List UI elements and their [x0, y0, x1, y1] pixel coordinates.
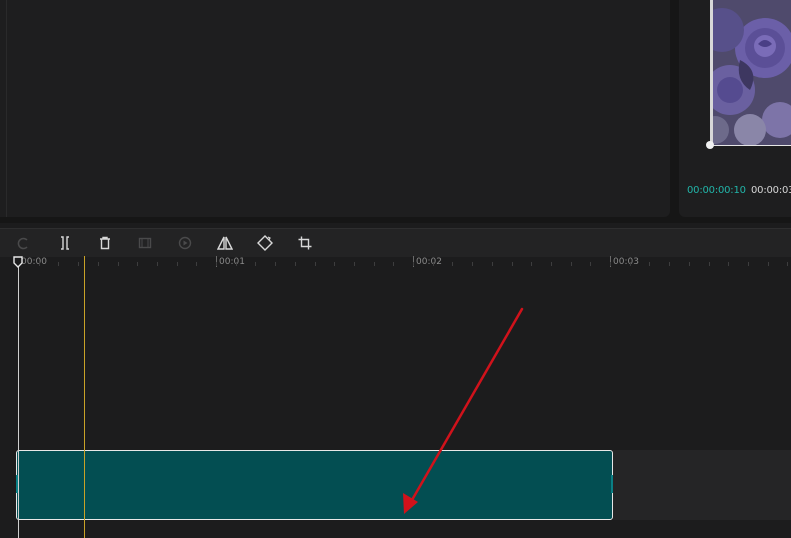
ruler-minor-tick: [216, 262, 217, 266]
clip-right-trim-handle[interactable]: [611, 475, 613, 493]
ruler-minor-tick: [630, 262, 631, 266]
ruler-minor-tick: [58, 262, 59, 266]
ruler-minor-tick: [98, 262, 99, 266]
ruler-minor-tick: [393, 262, 394, 266]
ruler-minor-tick: [196, 262, 197, 266]
video-clip[interactable]: [16, 450, 613, 520]
empty-track-region[interactable]: [613, 450, 791, 520]
ruler-label-0: 00:00: [21, 257, 47, 267]
rotate-icon: [257, 235, 273, 251]
ruler-minor-tick: [748, 262, 749, 266]
ruler-minor-tick: [531, 262, 532, 266]
delete-button[interactable]: [96, 234, 114, 252]
ruler-minor-tick: [689, 262, 690, 266]
speed-button[interactable]: [176, 234, 194, 252]
ruler-label-3: 00:03: [613, 257, 639, 267]
ruler-minor-tick: [472, 262, 473, 266]
ruler-minor-tick: [255, 262, 256, 266]
ruler-minor-tick: [78, 262, 79, 266]
ruler-minor-tick: [551, 262, 552, 266]
rotate-button[interactable]: [256, 234, 274, 252]
ruler-label-1: 00:01: [219, 257, 245, 267]
ruler-minor-tick: [669, 262, 670, 266]
media-library-panel: [0, 0, 670, 217]
total-timecode: 00:00:03: [751, 185, 791, 196]
ruler-minor-tick: [354, 262, 355, 266]
current-timecode: 00:00:00:10: [687, 185, 746, 196]
ruler-minor-tick: [590, 262, 591, 266]
ruler-minor-tick: [709, 262, 710, 266]
ruler-minor-tick: [452, 262, 453, 266]
split-icon: [61, 236, 69, 250]
ruler-minor-tick: [413, 262, 414, 266]
undo-button[interactable]: [15, 234, 33, 252]
preview-image: [710, 0, 791, 145]
preview-progress-line: [710, 145, 791, 146]
ruler-minor-tick: [728, 262, 729, 266]
ruler-minor-tick: [768, 262, 769, 266]
ruler-minor-tick: [610, 262, 611, 266]
hover-cursor-line: [84, 256, 85, 538]
ruler-minor-tick: [137, 262, 138, 266]
ruler-minor-tick: [334, 262, 335, 266]
ruler-label-2: 00:02: [416, 257, 442, 267]
freeze-icon: [138, 237, 152, 249]
ruler-minor-tick: [571, 262, 572, 266]
freeze-frame-button[interactable]: [136, 234, 154, 252]
undo-icon: [17, 237, 28, 250]
ruler-minor-tick: [236, 262, 237, 266]
trash-icon: [100, 236, 110, 250]
timeline-toolbar: [0, 228, 791, 257]
ruler-minor-tick: [787, 262, 788, 266]
playhead-line[interactable]: [18, 266, 19, 538]
ruler-minor-tick: [275, 262, 276, 266]
crop-button[interactable]: [296, 234, 314, 252]
panel-divider: [6, 0, 7, 217]
ruler-minor-tick: [177, 262, 178, 266]
playhead-handle[interactable]: [13, 256, 23, 268]
split-button[interactable]: [56, 234, 74, 252]
ruler-minor-tick: [512, 262, 513, 266]
ruler-minor-tick: [157, 262, 158, 266]
ruler-minor-tick: [118, 262, 119, 266]
ruler-minor-tick: [374, 262, 375, 266]
ruler-minor-tick: [315, 262, 316, 266]
ruler-minor-tick: [492, 262, 493, 266]
preview-progress-handle[interactable]: [706, 141, 714, 149]
ruler-minor-tick: [39, 262, 40, 266]
mirror-button[interactable]: [216, 234, 234, 252]
speed-icon: [178, 236, 192, 250]
time-ruler[interactable]: 00:00 00:01 00:02 00:03: [0, 256, 791, 268]
ruler-minor-tick: [295, 262, 296, 266]
ruler-minor-tick: [649, 262, 650, 266]
crop-icon: [298, 236, 312, 250]
mirror-icon: [217, 236, 233, 250]
ruler-minor-tick: [433, 262, 434, 266]
